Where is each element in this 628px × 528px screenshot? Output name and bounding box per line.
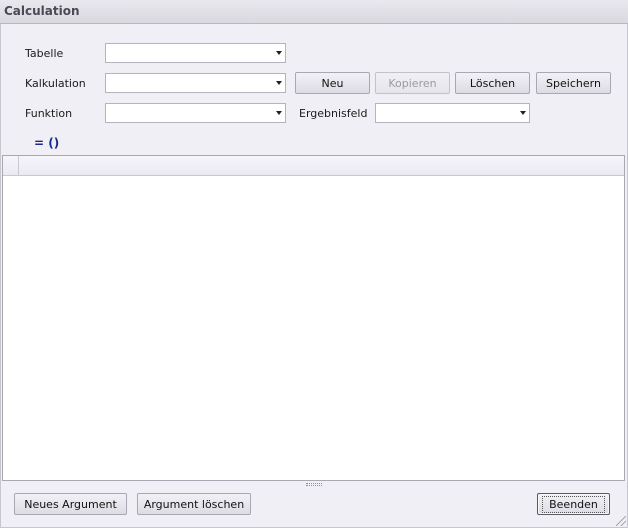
ergebnisfeld-combobox[interactable] [375,103,530,123]
neues-argument-button-label: Neues Argument [24,497,117,511]
speichern-button-label: Speichern [546,76,601,90]
window-title: Calculation [4,4,80,18]
splitter-handle-icon[interactable] [306,483,322,486]
neu-button-label: Neu [321,76,344,90]
dropdown-arrow-icon[interactable] [276,81,282,85]
beenden-button-label: Beenden [542,495,605,513]
kalkulation-combobox[interactable] [105,73,286,93]
tabelle-label: Tabelle [25,47,64,60]
argument-loeschen-button[interactable]: Argument löschen [137,493,251,515]
tabelle-combobox[interactable] [105,43,286,63]
argument-grid[interactable] [2,155,625,481]
row-selector-header[interactable] [3,156,19,175]
formula-display: = () [34,136,60,150]
dropdown-arrow-icon[interactable] [276,51,282,55]
loeschen-button[interactable]: Löschen [455,72,530,94]
title-bar: Calculation [0,0,628,24]
speichern-button[interactable]: Speichern [536,72,611,94]
ergebnisfeld-label: Ergebnisfeld [299,107,368,120]
beenden-button[interactable]: Beenden [537,493,610,515]
kalkulation-label: Kalkulation [25,77,86,90]
dropdown-arrow-icon[interactable] [276,111,282,115]
loeschen-button-label: Löschen [469,76,516,90]
dropdown-arrow-icon[interactable] [520,111,526,115]
argument-loeschen-button-label: Argument löschen [143,497,245,511]
kopieren-button[interactable]: Kopieren [375,72,450,94]
grid-header-row [3,156,624,176]
funktion-combobox[interactable] [105,103,286,123]
neu-button[interactable]: Neu [295,72,370,94]
resize-grip-icon[interactable] [616,516,626,526]
funktion-label: Funktion [25,107,73,120]
kopieren-button-label: Kopieren [388,76,437,90]
neues-argument-button[interactable]: Neues Argument [14,493,127,515]
